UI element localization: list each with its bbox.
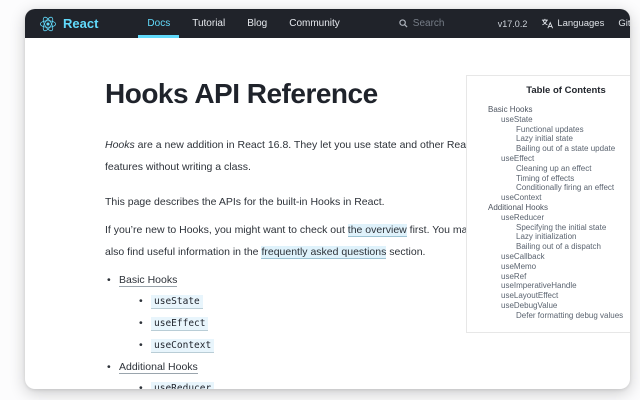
additional-hooks-group: Additional Hooks useReducer useCallback … [105, 360, 630, 389]
toc-link[interactable]: useImperativeHandle [467, 281, 630, 291]
toc-link[interactable]: Functional updates [467, 125, 630, 135]
intro-paragraph: Hooks are a new addition in React 16.8. … [105, 134, 483, 178]
toc-link[interactable]: useState [467, 115, 630, 125]
languages-link[interactable]: Languages [541, 18, 604, 29]
main-nav: Docs Tutorial Blog Community [136, 9, 350, 38]
note-text-3: section. [386, 246, 425, 258]
intro-text: are a new addition in React 16.8. They l… [105, 139, 474, 173]
list-item: useContext [137, 338, 630, 353]
toc-link[interactable]: Defer formatting debug values [467, 311, 630, 321]
nav-item[interactable]: Blog [236, 9, 278, 38]
toc-link[interactable]: useContext [467, 193, 630, 203]
brand-name: React [63, 16, 98, 31]
description-paragraph: This page describes the APIs for the bui… [105, 191, 483, 213]
hooks-italic: Hooks [105, 139, 135, 151]
table-of-contents: Table of Contents Basic Hooks useState F… [466, 75, 630, 333]
languages-label: Languages [557, 18, 604, 29]
additional-hooks-link[interactable]: Additional Hooks [119, 361, 198, 374]
toc-title: Table of Contents [467, 85, 630, 96]
toc-link[interactable]: Specifying the initial state [467, 223, 630, 233]
react-logo-icon [39, 16, 57, 32]
toc-link[interactable]: useRef [467, 272, 630, 282]
toc-link[interactable]: useReducer [467, 213, 630, 223]
note-text-1: If you’re new to Hooks, you might want t… [105, 224, 348, 236]
nav-item[interactable]: Tutorial [181, 9, 236, 38]
site-header: React Docs Tutorial Blog Community [25, 9, 630, 38]
toc-list: Basic Hooks useState Functional updates … [467, 105, 630, 321]
toc-link[interactable]: useCallback [467, 252, 630, 262]
github-link[interactable]: GitHub [618, 18, 630, 29]
toc-link[interactable]: Lazy initialization [467, 232, 630, 242]
nav-item[interactable]: Community [278, 9, 351, 38]
toc-link[interactable]: Bailing out of a state update [467, 144, 630, 154]
toc-link[interactable]: Cleaning up an effect [467, 164, 630, 174]
toc-link[interactable]: Additional Hooks [467, 203, 630, 213]
search-box[interactable] [399, 18, 498, 29]
hook-link[interactable]: useReducer [151, 382, 214, 389]
browser-page: React Docs Tutorial Blog Community [25, 9, 630, 389]
toc-link[interactable]: useDebugValue [467, 301, 630, 311]
toc-link[interactable]: useLayoutEffect [467, 291, 630, 301]
toc-link[interactable]: Bailing out of a dispatch [467, 242, 630, 252]
hook-link[interactable]: useState [151, 295, 203, 309]
toc-link[interactable]: useEffect [467, 154, 630, 164]
search-icon [399, 19, 408, 28]
version-link[interactable]: v17.0.2 [498, 19, 528, 29]
translate-icon [541, 18, 553, 29]
header-right: v17.0.2 Languages [498, 18, 630, 29]
toc-link[interactable]: useMemo [467, 262, 630, 272]
hook-link[interactable]: useEffect [151, 317, 208, 331]
toc-link[interactable]: Basic Hooks [467, 105, 630, 115]
faq-link[interactable]: frequently asked questions [261, 246, 386, 259]
toc-link[interactable]: Conditionally firing an effect [467, 183, 630, 193]
github-label: GitHub [618, 18, 630, 29]
toc-link[interactable]: Lazy initial state [467, 134, 630, 144]
search-input[interactable] [413, 18, 498, 29]
additional-hooks-sublist: useReducer useCallback useMemo useRef [137, 381, 630, 389]
note-paragraph: If you’re new to Hooks, you might want t… [105, 219, 483, 263]
list-item: useReducer [137, 381, 630, 389]
react-home-link[interactable]: React [39, 16, 98, 32]
basic-hooks-link[interactable]: Basic Hooks [119, 274, 177, 287]
hook-link[interactable]: useContext [151, 339, 214, 353]
overview-link[interactable]: the overview [348, 224, 407, 237]
nav-item[interactable]: Docs [136, 9, 181, 38]
toc-link[interactable]: Timing of effects [467, 174, 630, 184]
